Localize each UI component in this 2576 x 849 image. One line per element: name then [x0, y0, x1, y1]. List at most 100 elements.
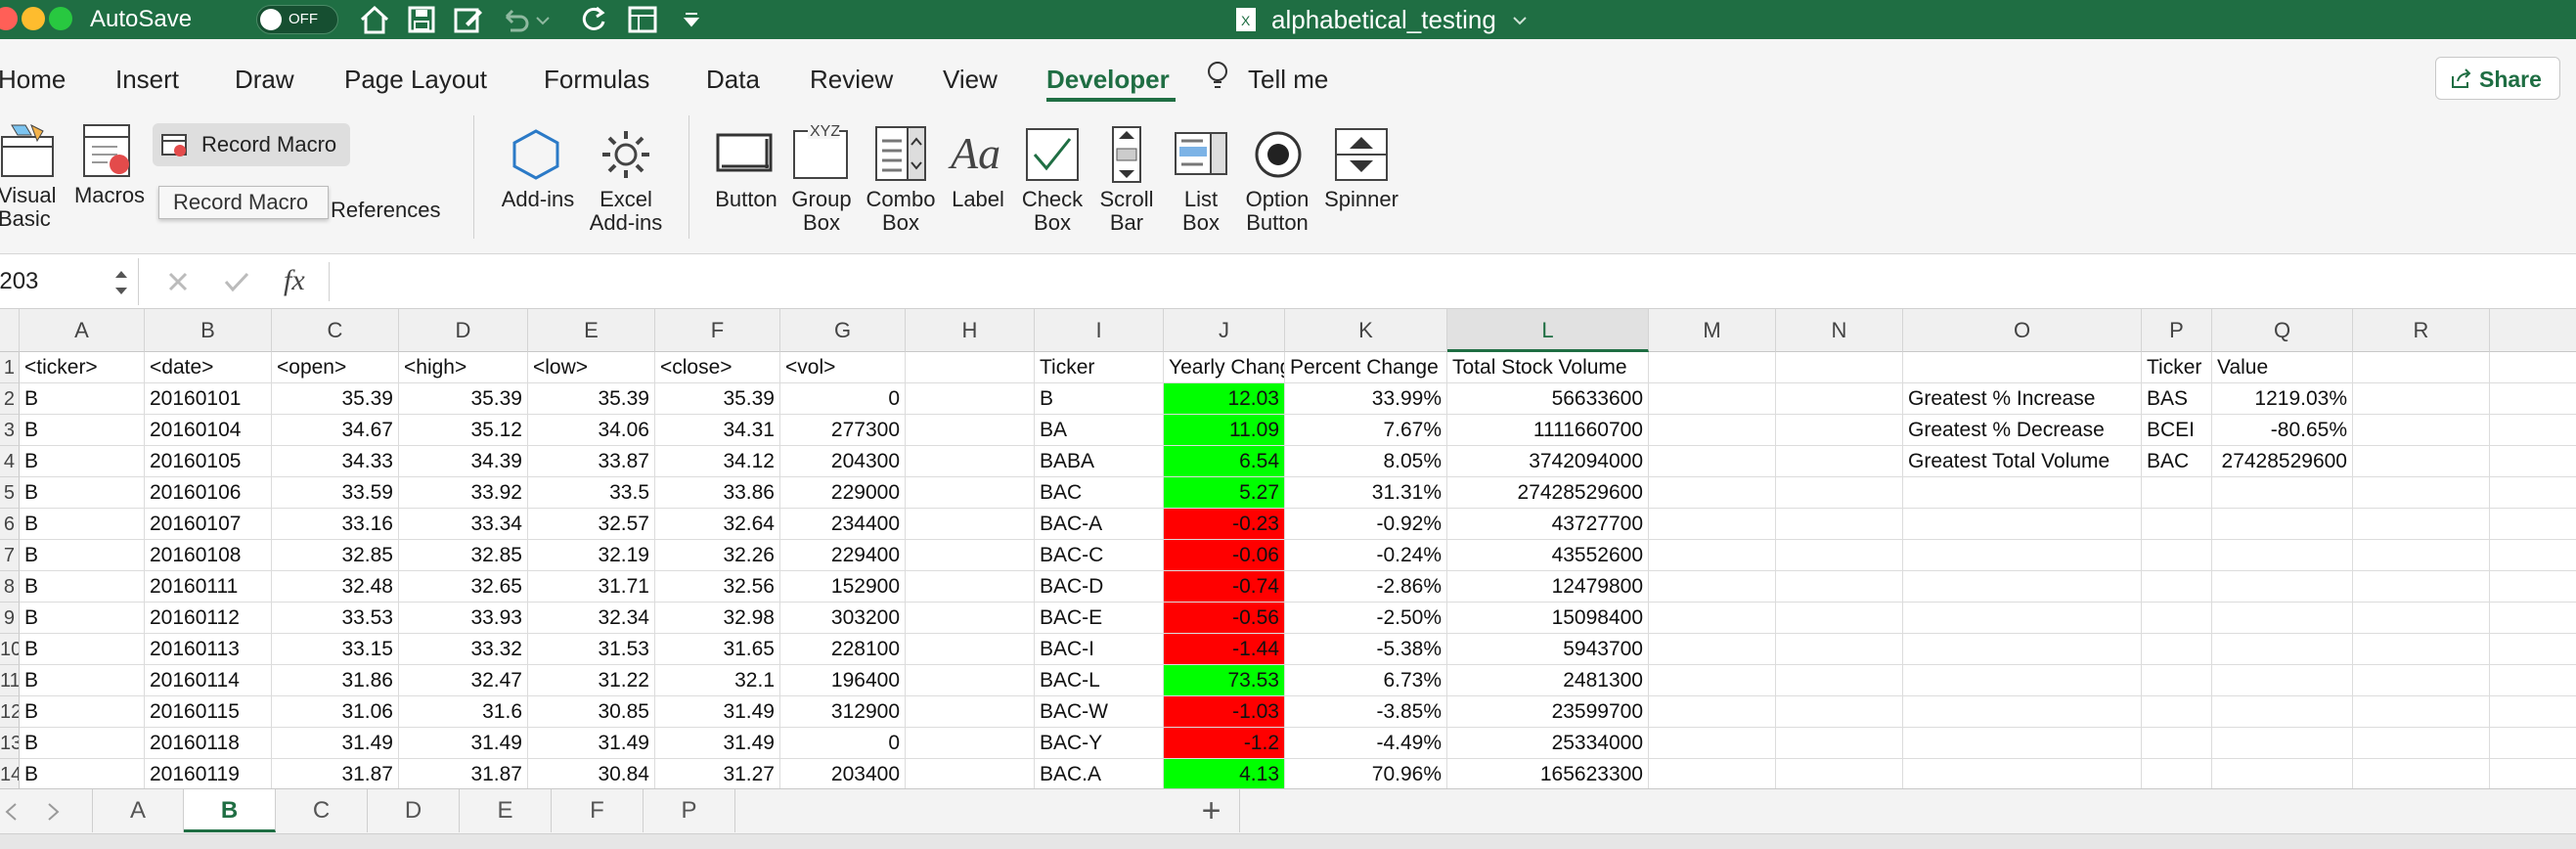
cell-k[interactable]: 6.73% — [1285, 665, 1447, 696]
cell-o[interactable] — [1903, 477, 2142, 509]
cell-o[interactable] — [1903, 634, 2142, 665]
insert-function-icon[interactable]: fx — [284, 264, 305, 297]
cell-h[interactable] — [906, 603, 1035, 634]
scroll-bar-control[interactable]: Scroll Bar — [1088, 121, 1166, 248]
cell-i[interactable]: BAC-L — [1035, 665, 1164, 696]
cell-d[interactable]: 33.32 — [399, 634, 528, 665]
cell-b[interactable]: 20160106 — [145, 477, 272, 509]
cell-r[interactable] — [2353, 415, 2490, 446]
name-box-stepper-icon[interactable] — [111, 266, 131, 299]
cell-e[interactable]: 33.87 — [528, 446, 655, 477]
cell-l[interactable]: 25334000 — [1447, 728, 1649, 759]
cell-l[interactable]: 43727700 — [1447, 509, 1649, 540]
cell-q[interactable] — [2212, 634, 2353, 665]
tab-formulas[interactable]: Formulas — [544, 65, 649, 95]
cell-m[interactable] — [1649, 509, 1776, 540]
cell-n[interactable] — [1776, 665, 1903, 696]
tab-draw[interactable]: Draw — [235, 65, 294, 95]
cell-c[interactable]: 31.49 — [272, 728, 399, 759]
form-icon[interactable] — [626, 2, 659, 37]
cell-b[interactable]: 20160118 — [145, 728, 272, 759]
cell-i[interactable]: BAC-A — [1035, 509, 1164, 540]
tab-insert[interactable]: Insert — [115, 65, 179, 95]
record-macro-button[interactable]: Record Macro — [153, 123, 350, 166]
cell-p[interactable]: BAC — [2142, 446, 2212, 477]
cell-j[interactable]: 5.27 — [1164, 477, 1285, 509]
header-cell-c[interactable]: <open> — [272, 352, 399, 383]
combo-box-control[interactable]: Combo Box — [859, 119, 943, 248]
title-chevron-down-icon[interactable] — [1510, 2, 1530, 37]
cell-d[interactable]: 35.39 — [399, 383, 528, 415]
row-header[interactable]: 5 — [0, 477, 20, 509]
cell-k[interactable]: -0.92% — [1285, 509, 1447, 540]
row-header[interactable]: 12 — [0, 696, 20, 728]
cell-f[interactable]: 32.1 — [655, 665, 780, 696]
cell-o[interactable] — [1903, 509, 2142, 540]
cell-l[interactable]: 43552600 — [1447, 540, 1649, 571]
cell-c[interactable]: 32.48 — [272, 571, 399, 603]
edit-document-icon[interactable] — [452, 2, 485, 37]
cell-d[interactable]: 31.87 — [399, 759, 528, 788]
cell-k[interactable]: -2.50% — [1285, 603, 1447, 634]
tab-developer[interactable]: Developer — [1046, 65, 1170, 95]
cell-h[interactable] — [906, 634, 1035, 665]
cell-k[interactable]: 70.96% — [1285, 759, 1447, 788]
cell-r[interactable] — [2353, 571, 2490, 603]
header-cell-o[interactable] — [1903, 352, 2142, 383]
row-header[interactable]: 3 — [0, 415, 20, 446]
excel-add-ins-button[interactable]: Excel Add-ins — [581, 121, 671, 248]
sheet-tab-c[interactable]: C — [276, 789, 368, 832]
references-button[interactable]: References — [331, 198, 441, 223]
cell-m[interactable] — [1649, 728, 1776, 759]
cell-m[interactable] — [1649, 383, 1776, 415]
cell-o[interactable]: Greatest Total Volume — [1903, 446, 2142, 477]
cancel-entry-icon[interactable] — [166, 270, 190, 293]
add-ins-button[interactable]: Add-ins — [487, 121, 589, 229]
cell-h[interactable] — [906, 571, 1035, 603]
cell-i[interactable]: BAC-Y — [1035, 728, 1164, 759]
formula-input[interactable] — [342, 254, 2562, 309]
cell-p[interactable] — [2142, 759, 2212, 788]
cell-c[interactable]: 33.53 — [272, 603, 399, 634]
cell-q[interactable] — [2212, 571, 2353, 603]
tab-home[interactable]: Home — [0, 65, 66, 95]
cell-i[interactable]: BAC-E — [1035, 603, 1164, 634]
cell-j[interactable]: -1.2 — [1164, 728, 1285, 759]
cell-k[interactable]: 33.99% — [1285, 383, 1447, 415]
row-header[interactable]: 1 — [0, 352, 20, 383]
cell-l[interactable]: 2481300 — [1447, 665, 1649, 696]
cell-f[interactable]: 31.65 — [655, 634, 780, 665]
cell-m[interactable] — [1649, 759, 1776, 788]
row-header[interactable]: 10 — [0, 634, 20, 665]
cell-g[interactable]: 312900 — [780, 696, 906, 728]
header-cell-r[interactable] — [2353, 352, 2490, 383]
cell-s[interactable] — [2490, 540, 2576, 571]
cell-h[interactable] — [906, 540, 1035, 571]
spinner-control[interactable]: Spinner — [1320, 121, 1402, 229]
cell-i[interactable]: BAC-D — [1035, 571, 1164, 603]
cell-r[interactable] — [2353, 665, 2490, 696]
cell-a[interactable]: B — [20, 446, 145, 477]
cell-a[interactable]: B — [20, 759, 145, 788]
cell-g[interactable]: 196400 — [780, 665, 906, 696]
header-cell-b[interactable]: <date> — [145, 352, 272, 383]
cell-d[interactable]: 31.49 — [399, 728, 528, 759]
cell-g[interactable]: 229000 — [780, 477, 906, 509]
cell-h[interactable] — [906, 696, 1035, 728]
cell-f[interactable]: 31.49 — [655, 696, 780, 728]
cell-i[interactable]: BAC — [1035, 477, 1164, 509]
redo-icon[interactable] — [577, 2, 610, 37]
header-cell-g[interactable]: <vol> — [780, 352, 906, 383]
cell-n[interactable] — [1776, 728, 1903, 759]
cell-n[interactable] — [1776, 477, 1903, 509]
cell-c[interactable]: 31.87 — [272, 759, 399, 788]
cell-s[interactable] — [2490, 415, 2576, 446]
cell-i[interactable]: BA — [1035, 415, 1164, 446]
cell-r[interactable] — [2353, 446, 2490, 477]
cell-s[interactable] — [2490, 665, 2576, 696]
cell-j[interactable]: 6.54 — [1164, 446, 1285, 477]
cell-b[interactable]: 20160105 — [145, 446, 272, 477]
cell-g[interactable]: 152900 — [780, 571, 906, 603]
cell-p[interactable] — [2142, 634, 2212, 665]
cell-g[interactable]: 277300 — [780, 415, 906, 446]
